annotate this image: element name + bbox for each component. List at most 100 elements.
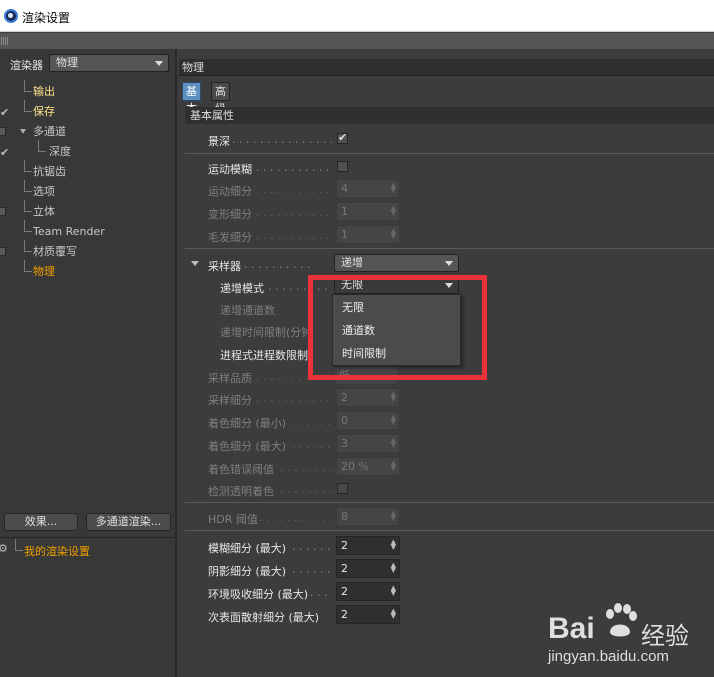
deformation-subdivision-field[interactable]: 1 ▲ ▼ [336, 202, 400, 221]
enable-checkbox[interactable] [0, 127, 6, 136]
leader-dots: . . . . . . . . . . . . [256, 229, 332, 242]
label: 递增模式 [220, 282, 264, 295]
section-header-basic: 基本属性 [185, 107, 714, 124]
blur-subdivision-max-field[interactable]: 2 ▲ ▼ [336, 536, 400, 555]
tree-item[interactable]: ✔ 深度 [0, 140, 177, 163]
row-sampling-subdivision: 采样细分 . . . . . . . . . . . . 2 ▲ ▼ [179, 388, 714, 408]
shading-error-threshold-field[interactable]: 20 % ▲ ▼ [336, 457, 400, 476]
check-icon[interactable]: ✔ [0, 103, 9, 123]
label: 进程式进程数限制 [220, 349, 308, 362]
annotation-highlight-box [308, 275, 487, 380]
my-render-setting-item[interactable]: ⚙ 我的渲染设置 [0, 539, 177, 559]
leader-dots: . . . . . . . [292, 415, 332, 428]
stepper-icon[interactable]: ▲ ▼ [391, 539, 396, 551]
row-motion-subdivision: 运动细分 . . . . . . . . . . . . 4 ▲ ▼ [179, 179, 714, 199]
sampling-subdivision-field[interactable]: 2 ▲ ▼ [336, 388, 400, 407]
ao-subdivision-max-field[interactable]: 2 ▲ ▼ [336, 582, 400, 601]
window-title: 渲染设置 [22, 11, 71, 25]
leader-dots: . . . . . . . [292, 438, 332, 451]
tree-item-label: 材质覆写 [33, 245, 77, 258]
hair-subdivision-field[interactable]: 1 ▲ ▼ [336, 225, 400, 244]
stepper-icon[interactable]: ▲ ▼ [391, 182, 396, 194]
stepper-icon[interactable]: ▲ ▼ [391, 585, 396, 597]
tree-item[interactable]: 物理 [0, 260, 177, 282]
stepper-icon[interactable]: ▲ ▼ [391, 562, 396, 574]
label: HDR 阈值 [208, 513, 258, 526]
chevron-down-icon [445, 261, 453, 266]
value: 递增 [341, 256, 363, 269]
row-shadow-subdivision-max: 阴影细分 (最大) . . . . . . . 2 ▲▼ [179, 559, 714, 579]
panel-header: 物理 [179, 59, 714, 76]
tree-item-label: 选项 [33, 185, 55, 198]
multipass-render-button[interactable]: 多通道渲染... [86, 513, 171, 531]
my-render-setting-label: 我的渲染设置 [24, 545, 90, 558]
tree-item-label: 多通道 [33, 125, 66, 138]
tree-item[interactable]: 抗锯齿 [0, 160, 177, 182]
stepper-icon[interactable]: ▲ ▼ [391, 437, 396, 449]
stepper-icon[interactable]: ▲ ▼ [391, 228, 396, 240]
effects-button[interactable]: 效果... [4, 513, 78, 531]
tree-item[interactable]: 选项 [0, 180, 177, 202]
row-hair-subdivision: 毛发细分 . . . . . . . . . . . . 1 ▲ ▼ [179, 225, 714, 245]
leader-dots: . . . . . . . [292, 563, 332, 576]
stepper-icon[interactable]: ▲ ▼ [391, 205, 396, 217]
settings-gear-icon: ⚙ [0, 542, 8, 555]
label: 环境吸收细分 (最大) [208, 588, 309, 601]
tree-item[interactable]: Team Render [0, 220, 177, 242]
tree-item[interactable]: ✔ 保存 [0, 100, 177, 123]
detect-transparent-shading-checkbox[interactable] [337, 483, 348, 494]
divider [185, 153, 714, 154]
label: 递增时间限制(分钟 [220, 326, 313, 339]
enable-checkbox[interactable] [0, 207, 6, 216]
stepper-icon[interactable]: ▲ ▼ [391, 510, 396, 522]
label: 采样细分 [208, 394, 252, 407]
tree-item[interactable]: 立体 [0, 200, 177, 222]
tree-connector [24, 220, 32, 232]
depth-of-field-checkbox[interactable] [337, 131, 348, 144]
tree-item[interactable]: 材质覆写 [0, 240, 177, 262]
leader-dots: . . . . . . . . . [280, 461, 332, 474]
row-sampler: 采样器 . . . . . . . . . . 递增 [179, 254, 714, 274]
label: 运动细分 [208, 185, 252, 198]
grip-icon[interactable] [1, 37, 9, 45]
label: 递增通道数 [220, 304, 275, 317]
tree-item[interactable]: 多通道 [0, 122, 177, 142]
stepper-icon[interactable]: ▲ ▼ [391, 414, 396, 426]
stepper-icon[interactable]: ▲ ▼ [391, 460, 396, 472]
label: 模糊细分 (最大) [208, 542, 287, 555]
row-shading-subdivision-max: 着色细分 (最大) . . . . . . . 3 ▲▼ [179, 434, 714, 454]
expand-triangle-icon[interactable] [191, 261, 199, 266]
tree-connector [24, 260, 32, 272]
tree-connector [24, 100, 32, 112]
value: 0 [341, 414, 348, 427]
watermark-brand: Bai [548, 612, 595, 645]
renderer-dropdown[interactable]: 物理 [49, 54, 169, 72]
tree-item[interactable]: 输出 [0, 80, 177, 102]
shading-subdivision-max-field[interactable]: 3 ▲ ▼ [336, 434, 400, 453]
expand-triangle-icon[interactable] [20, 129, 26, 134]
renderer-row: 渲染器 物理 [0, 52, 177, 74]
shadow-subdivision-max-field[interactable]: 2 ▲ ▼ [336, 559, 400, 578]
shading-subdivision-min-field[interactable]: 0 ▲ ▼ [336, 411, 400, 430]
leader-dots: . . . . . . . . . . [244, 258, 311, 271]
enable-checkbox[interactable] [0, 247, 6, 256]
motion-blur-checkbox[interactable] [337, 161, 348, 172]
tab-advanced[interactable]: 高级 [211, 82, 230, 115]
divider [185, 502, 714, 503]
stepper-icon[interactable]: ▲ ▼ [391, 391, 396, 403]
watermark-cn: 经验 [641, 622, 689, 650]
baidu-jingyan-watermark: Bai 经验 jingyan.baidu.com [548, 600, 714, 677]
label: 采样品质 [208, 372, 252, 385]
sampler-dropdown[interactable]: 递增 [334, 254, 459, 272]
sss-subdivision-max-field[interactable]: 2 ▲ ▼ [336, 605, 400, 624]
tree-item-label: 立体 [33, 205, 55, 218]
check-icon[interactable]: ✔ [0, 143, 9, 163]
motion-subdivision-field[interactable]: 4 ▲ ▼ [336, 179, 400, 198]
stepper-icon[interactable]: ▲ ▼ [391, 608, 396, 620]
hdr-threshold-field[interactable]: 8 ▲ ▼ [336, 507, 400, 526]
tree-connector [24, 80, 32, 92]
label: 采样器 [208, 260, 241, 273]
label: 阴影细分 (最大) [208, 565, 287, 578]
renderer-value: 物理 [56, 56, 78, 69]
tab-basic[interactable]: 基本 [182, 82, 201, 115]
